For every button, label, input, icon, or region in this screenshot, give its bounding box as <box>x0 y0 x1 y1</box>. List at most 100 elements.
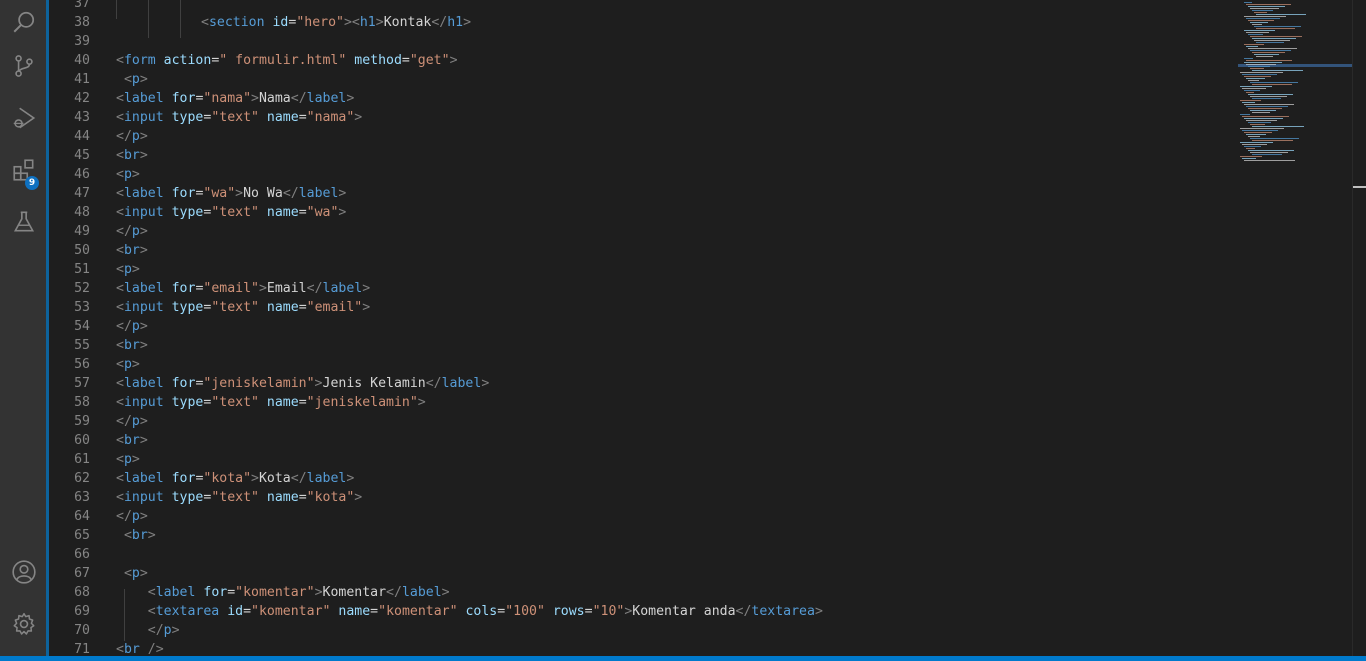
code-line[interactable]: 69 <textarea id="komentar" name="komenta… <box>49 602 1239 621</box>
scrollbar-thumb[interactable] <box>1353 186 1366 188</box>
activity-manage[interactable] <box>0 602 48 650</box>
code-line[interactable]: 55 <br> <box>49 336 1239 355</box>
account-icon <box>11 559 37 589</box>
code-text: <input type="text" name="wa"> <box>116 203 346 222</box>
extensions-badge: 9 <box>25 176 39 190</box>
code-token: "wa" <box>306 205 339 220</box>
minimap-line <box>1250 110 1276 111</box>
code-line[interactable]: 60 <br> <box>49 431 1239 450</box>
code-line[interactable]: 66 <box>49 545 1239 564</box>
line-number: 37 <box>74 0 90 11</box>
code-line[interactable]: 43 <input type="text" name="nama"> <box>49 108 1239 127</box>
minimap-line <box>1252 140 1293 141</box>
minimap-line <box>1244 160 1295 161</box>
code-line[interactable]: 61 <p> <box>49 450 1239 469</box>
code-token: p <box>163 623 172 638</box>
code-line[interactable]: 64 </p> <box>49 507 1239 526</box>
code-token: "jeniskelamin" <box>306 395 418 410</box>
code-token: > <box>354 490 363 505</box>
code-line[interactable]: 40 <form action=" formulir.html" method="… <box>49 51 1239 70</box>
code-token: > <box>251 91 259 106</box>
code-token: "nama" <box>203 91 252 106</box>
code-line[interactable]: 53 <input type="text" name="email"> <box>49 298 1239 317</box>
code-line[interactable]: 45 <br> <box>49 146 1239 165</box>
code-line[interactable]: 67 <p> <box>49 564 1239 583</box>
code-line[interactable]: 39 <box>49 32 1239 51</box>
code-line[interactable]: 63 <input type="text" name="kota"> <box>49 488 1239 507</box>
activity-testing[interactable] <box>0 200 48 248</box>
code-token: < <box>116 243 124 258</box>
code-token: < <box>116 642 124 656</box>
code-line[interactable]: 49 </p> <box>49 222 1239 241</box>
activity-search[interactable] <box>0 0 48 48</box>
code-line[interactable]: 62 <label for="kota">Kota</label> <box>49 469 1239 488</box>
code-token: > <box>235 186 244 201</box>
minimap-line <box>1244 118 1283 119</box>
code-token: > <box>139 129 148 144</box>
minimap[interactable] <box>1238 0 1352 656</box>
code-line[interactable]: 42 <label for="nama">Nama</label> <box>49 89 1239 108</box>
code-token: p <box>131 566 140 581</box>
code-line[interactable]: 44 </p> <box>49 127 1239 146</box>
code-line[interactable]: 50 <br> <box>49 241 1239 260</box>
code-token: < <box>201 15 209 30</box>
line-number: 41 <box>74 72 90 87</box>
minimap-line <box>1240 86 1272 87</box>
code-token: > <box>354 110 363 125</box>
code-text: <br> <box>116 146 148 165</box>
activity-accounts[interactable] <box>0 550 48 598</box>
code-line[interactable]: 38 <section id="hero"><h1>Kontak</h1> <box>49 13 1239 32</box>
code-token: > <box>251 471 259 486</box>
code-line[interactable]: 51 <p> <box>49 260 1239 279</box>
code-token: >< <box>343 15 360 30</box>
code-line[interactable]: 68 <label for="komentar">Komentar</label… <box>49 583 1239 602</box>
code-line[interactable]: 57 <label for="jeniskelamin">Jenis Kelami… <box>49 374 1239 393</box>
minimap-line <box>1244 62 1282 63</box>
minimap-line <box>1250 152 1288 153</box>
code-line[interactable]: 65 <br> <box>49 526 1239 545</box>
minimap-line <box>1250 36 1302 37</box>
code-editor[interactable]: 37 38 <section id="hero"><h1>Kontak</h1> 39… <box>49 0 1366 656</box>
code-line[interactable]: 41 <p> <box>49 70 1239 89</box>
code-text: <textarea id="komentar" name="komentar" … <box>116 602 823 621</box>
activity-source-control[interactable] <box>0 44 48 92</box>
line-number: 68 <box>74 585 90 600</box>
activity-run-debug[interactable] <box>0 96 48 144</box>
code-token: > <box>417 395 426 410</box>
minimap-line <box>1248 150 1294 151</box>
code-token: > <box>139 433 148 448</box>
minimap-line <box>1250 82 1298 83</box>
minimap-line <box>1240 100 1261 101</box>
code-line[interactable]: 56 <p> <box>49 355 1239 374</box>
code-token: < <box>116 433 124 448</box>
code-line[interactable]: 54 </p> <box>49 317 1239 336</box>
code-token: No Wa <box>243 186 283 201</box>
vertical-scrollbar[interactable] <box>1352 0 1366 656</box>
minimap-line <box>1248 80 1259 81</box>
line-number: 56 <box>74 357 90 372</box>
minimap-line <box>1252 38 1296 39</box>
code-token: < <box>116 395 124 410</box>
code-line[interactable]: 48 <input type="text" name="wa"> <box>49 203 1239 222</box>
code-token: "text" <box>211 300 259 315</box>
code-text: </p> <box>116 507 148 526</box>
activity-extensions[interactable]: 9 <box>0 148 48 196</box>
code-token: name <box>338 604 371 619</box>
code-token: > <box>171 623 180 638</box>
code-line[interactable]: 47 <label for="wa">No Wa</label> <box>49 184 1239 203</box>
code-line[interactable]: 59 </p> <box>49 412 1239 431</box>
code-line[interactable]: 37 <box>49 0 1239 13</box>
line-number: 67 <box>74 566 90 581</box>
code-line[interactable]: 58 <input type="text" name="jeniskelamin"… <box>49 393 1239 412</box>
code-line[interactable]: 46 <p> <box>49 165 1239 184</box>
code-line[interactable]: 71 <br /> <box>49 640 1239 656</box>
code-token: p <box>131 319 140 334</box>
line-number: 62 <box>74 471 90 486</box>
code-line[interactable]: 52 <label for="email">Email</label> <box>49 279 1239 298</box>
minimap-line <box>1242 158 1256 159</box>
code-line[interactable]: 70 </p> <box>49 621 1239 640</box>
minimap-line <box>1252 84 1292 85</box>
